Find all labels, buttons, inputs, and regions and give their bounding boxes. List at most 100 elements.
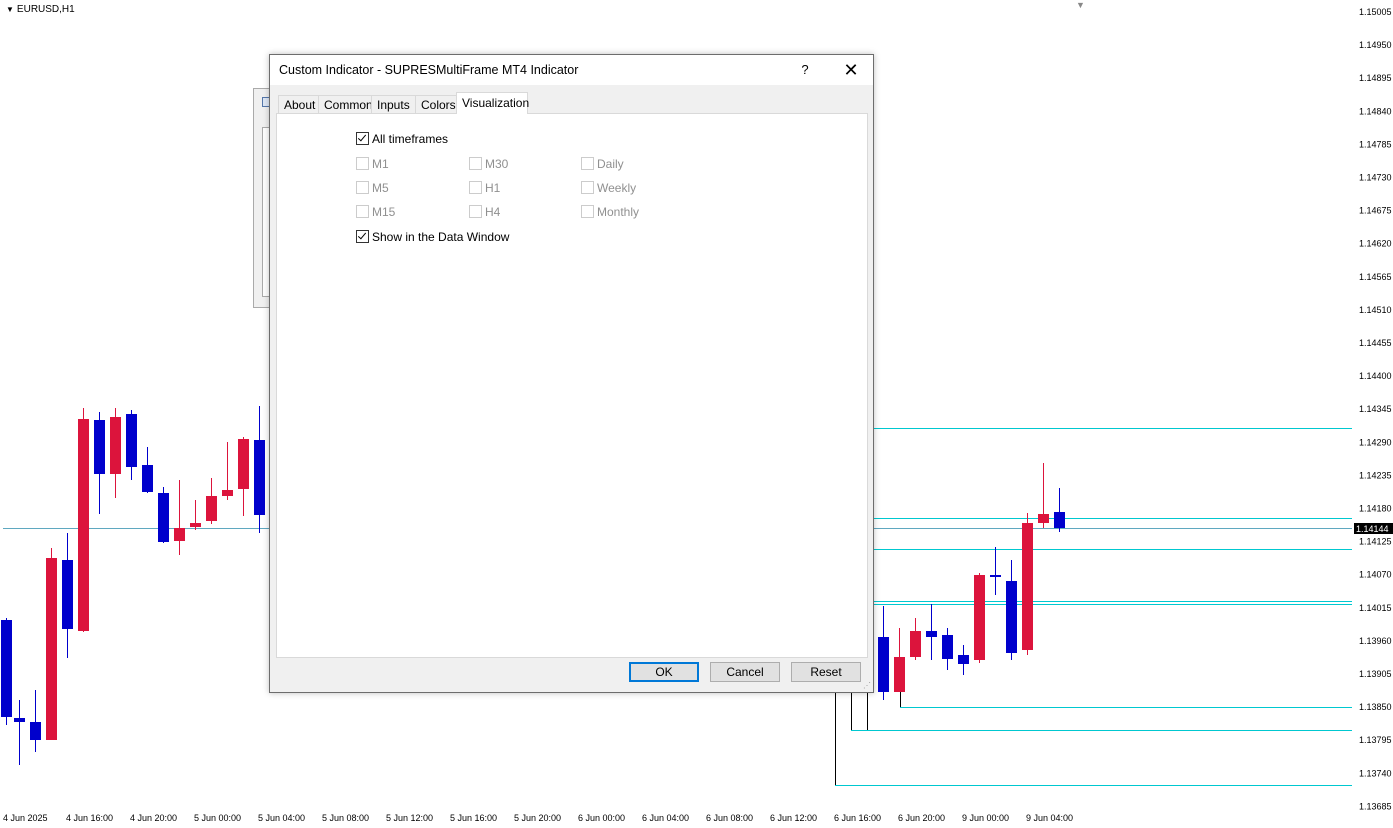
- candle-body: [142, 465, 153, 492]
- checkbox-box[interactable]: [581, 205, 594, 218]
- price-tick-label: 1.14345: [1359, 404, 1392, 414]
- candle-body: [206, 496, 217, 521]
- dialog-title: Custom Indicator - SUPRESMultiFrame MT4 …: [279, 63, 579, 77]
- candle-body: [1, 620, 12, 717]
- checkbox-label: M5: [372, 181, 389, 195]
- price-tick-label: 1.14015: [1359, 603, 1392, 613]
- checkbox-label: Monthly: [597, 205, 640, 219]
- custom-indicator-dialog: Custom Indicator - SUPRESMultiFrame MT4 …: [269, 54, 874, 693]
- candle-body: [190, 523, 201, 527]
- time-tick-label: 6 Jun 04:00: [642, 813, 689, 823]
- candle-body: [78, 419, 89, 631]
- help-button[interactable]: ?: [792, 59, 818, 81]
- collapse-triangle-icon[interactable]: ▼: [6, 5, 14, 14]
- candle-body: [958, 655, 969, 664]
- candle-body: [974, 575, 985, 660]
- candle-body: [1006, 581, 1017, 653]
- price-tick-label: 1.14455: [1359, 338, 1392, 348]
- candle-body: [30, 722, 41, 740]
- price-tick-label: 1.13685: [1359, 801, 1392, 811]
- price-tick-label: 1.14290: [1359, 437, 1392, 447]
- price-axis: 1.15005 1.14950 1.14895 1.14840 1.14785 1.147…: [1359, 7, 1392, 811]
- checkbox-label: M1: [372, 157, 389, 171]
- price-tick-label: 1.14785: [1359, 139, 1392, 149]
- tab-inputs[interactable]: Inputs: [371, 95, 416, 113]
- price-tick-label: 1.14235: [1359, 470, 1392, 480]
- price-tick-label: 1.14510: [1359, 305, 1392, 315]
- close-button[interactable]: ✕: [836, 59, 866, 81]
- checkbox-label: H1: [485, 181, 501, 195]
- checkbox-label: M15: [372, 205, 396, 219]
- price-tick-label: 1.14180: [1359, 504, 1392, 514]
- checkbox-box[interactable]: [469, 157, 482, 170]
- candle-body: [222, 490, 233, 496]
- price-tick-label: 1.14070: [1359, 570, 1392, 580]
- time-tick-label: 5 Jun 20:00: [514, 813, 561, 823]
- checkbox-box[interactable]: [581, 181, 594, 194]
- price-tick-label: 1.14675: [1359, 206, 1392, 216]
- checkbox-label: Weekly: [597, 181, 637, 195]
- candle-body: [1054, 512, 1065, 528]
- checkbox-box[interactable]: [356, 157, 369, 170]
- candle-body: [910, 631, 921, 657]
- current-price-label: 1.14144: [1356, 524, 1389, 534]
- checkbox-box[interactable]: [356, 181, 369, 194]
- sr-levels: [835, 428, 1352, 786]
- price-tick-label: 1.13740: [1359, 768, 1392, 778]
- candle-body: [158, 493, 169, 542]
- price-tick-label: 1.14950: [1359, 40, 1392, 50]
- reset-button[interactable]: Reset: [791, 662, 861, 682]
- time-axis: 4 Jun 2025 4 Jun 16:00 4 Jun 20:00 5 Jun 00…: [3, 813, 1073, 823]
- visualization-panel: All timeframes M1 M30 Daily M5 H1 Weekly: [276, 113, 868, 658]
- ok-button[interactable]: OK: [629, 662, 699, 682]
- tab-visualization[interactable]: Visualization: [456, 92, 529, 114]
- dialog-titlebar[interactable]: Custom Indicator - SUPRESMultiFrame MT4 …: [270, 55, 873, 85]
- candle-body: [62, 560, 73, 629]
- tab-common[interactable]: Common: [318, 95, 373, 113]
- candle-body: [990, 575, 1001, 577]
- checkbox-box[interactable]: [356, 132, 369, 145]
- checkbox-box[interactable]: [356, 230, 369, 243]
- candle-body: [126, 414, 137, 467]
- time-tick-label: 4 Jun 2025: [3, 813, 48, 823]
- resize-grip-icon[interactable]: ⋰: [863, 681, 871, 690]
- price-tick-label: 1.13960: [1359, 636, 1392, 646]
- time-tick-label: 6 Jun 00:00: [578, 813, 625, 823]
- candle-body: [894, 657, 905, 692]
- checkbox-box[interactable]: [469, 205, 482, 218]
- tab-colors[interactable]: Colors: [415, 95, 457, 113]
- candle-body: [174, 528, 185, 541]
- time-tick-label: 5 Jun 00:00: [194, 813, 241, 823]
- cancel-button[interactable]: Cancel: [710, 662, 780, 682]
- time-tick-label: 6 Jun 16:00: [834, 813, 881, 823]
- candle-body: [1022, 523, 1033, 650]
- time-tick-label: 5 Jun 08:00: [322, 813, 369, 823]
- time-tick-label: 6 Jun 20:00: [898, 813, 945, 823]
- checkbox-box[interactable]: [356, 205, 369, 218]
- candle-body: [1038, 514, 1049, 523]
- time-tick-label: 4 Jun 20:00: [130, 813, 177, 823]
- candle-body: [942, 635, 953, 659]
- price-tick-label: 1.14895: [1359, 73, 1392, 83]
- chart-dropdown-icon[interactable]: ▼: [1076, 0, 1085, 10]
- price-tick-label: 1.14840: [1359, 106, 1392, 116]
- time-tick-label: 9 Jun 04:00: [1026, 813, 1073, 823]
- checkbox-label: M30: [485, 157, 509, 171]
- checkbox-label: All timeframes: [372, 132, 449, 146]
- checkbox-box[interactable]: [581, 157, 594, 170]
- time-tick-label: 9 Jun 00:00: [962, 813, 1009, 823]
- price-tick-label: 1.15005: [1359, 7, 1392, 17]
- price-tick-label: 1.13905: [1359, 669, 1392, 679]
- checkbox-label: Show in the Data Window: [372, 230, 510, 244]
- checkbox-box[interactable]: [469, 181, 482, 194]
- price-tick-label: 1.14125: [1359, 537, 1392, 547]
- price-tick-label: 1.14565: [1359, 272, 1392, 282]
- symbol-text: EURUSD,H1: [16, 4, 75, 15]
- time-tick-label: 6 Jun 12:00: [770, 813, 817, 823]
- candle-body: [14, 718, 25, 722]
- symbol-label[interactable]: ▼ EURUSD,H1: [6, 4, 75, 15]
- tab-about[interactable]: About: [278, 95, 319, 113]
- time-tick-label: 5 Jun 04:00: [258, 813, 305, 823]
- price-tick-label: 1.13795: [1359, 735, 1392, 745]
- time-tick-label: 4 Jun 16:00: [66, 813, 113, 823]
